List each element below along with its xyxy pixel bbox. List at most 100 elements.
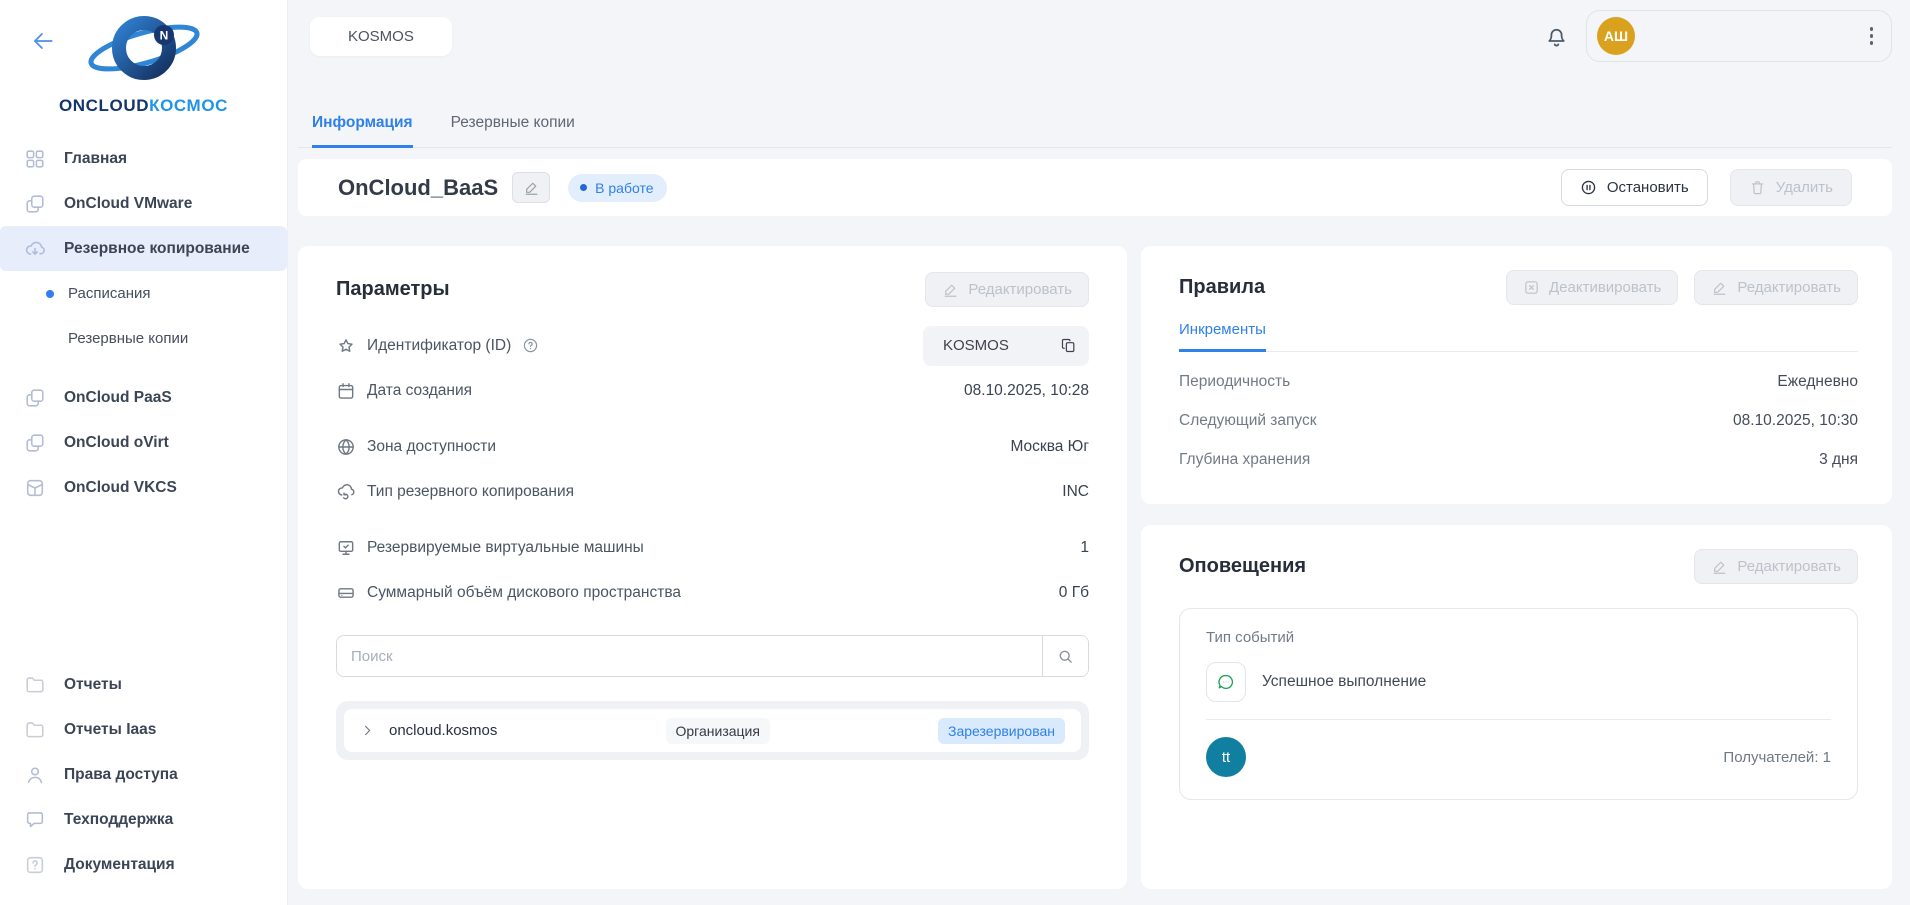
stacked-squares-icon [24,193,46,215]
cloud-sync-icon [336,482,356,502]
rule-row-next-run: Следующий запуск 08.10.2025, 10:30 [1179,412,1858,430]
globe-icon [336,437,356,457]
search-icon[interactable] [1042,636,1088,676]
help-circle-icon[interactable] [522,337,539,354]
collapse-sidebar-icon[interactable] [28,28,58,54]
param-row-backup-type: Тип резервного копирования INC [336,469,1089,514]
star-icon[interactable] [336,336,356,356]
user-menu[interactable]: АШ [1586,10,1892,62]
main-area: KOSMOS АШ Информация Резервные копии OnC… [288,0,1910,905]
sidebar-item-schedules[interactable]: Расписания [0,271,287,316]
stacked-squares-icon [24,387,46,409]
grid-icon [24,148,46,170]
alerts-edit-button[interactable]: Редактировать [1694,549,1858,584]
parameters-edit-button[interactable]: Редактировать [925,272,1089,307]
active-dot-icon [46,290,54,298]
sidebar-item-backup[interactable]: Резервное копирование [0,226,287,271]
param-row-id: Идентификатор (ID) KOSMOS [336,323,1089,368]
recipient-avatar[interactable]: tt [1206,737,1246,777]
trash-icon [1749,179,1766,196]
copy-icon[interactable] [1060,337,1077,354]
page-header: OnCloud_BaaS В работе Остановить Удалить [298,159,1892,216]
tab-backup-copies[interactable]: Резервные копии [451,114,575,147]
stop-button[interactable]: Остановить [1561,169,1708,206]
tab-information[interactable]: Информация [312,114,413,148]
recipient-row: tt Получателей: 1 [1206,737,1831,777]
inactive-dot [46,335,54,343]
rules-tabs: Инкременты [1179,321,1858,352]
param-row-created: Дата создания 08.10.2025, 10:28 [336,368,1089,413]
message-smile-icon [1206,662,1246,702]
brand-name: ONCLOUDКОСМОС [59,96,228,116]
sidebar-item-reports-iaas[interactable]: Отчеты Iaas [0,707,287,752]
cloud-download-icon [24,238,46,260]
vm-status-badge: Зарезервирован [938,718,1065,744]
sidebar-item-documentation[interactable]: Документация [0,842,287,887]
sidebar-item-access-rights[interactable]: Права доступа [0,752,287,797]
parameters-title: Параметры [336,278,450,301]
search-input[interactable] [337,636,1042,676]
rule-row-retention: Глубина хранения 3 дня [1179,451,1858,469]
deactivate-button[interactable]: Деактивировать [1506,270,1678,305]
vm-search [336,635,1089,677]
kebab-menu-icon[interactable] [1864,21,1880,51]
project-selector[interactable]: KOSMOS [310,17,452,56]
sidebar-item-oncloud-vkcs[interactable]: OnCloud VKCS [0,465,287,510]
tab-increments[interactable]: Инкременты [1179,321,1266,352]
page-tabs: Информация Резервные копии [298,114,1892,148]
vm-list: oncloud.kosmos Организация Зарезервирова… [336,701,1089,760]
page-title: OnCloud_BaaS [338,175,498,201]
sidebar-item-backup-copies[interactable]: Резервные копии [0,316,287,361]
pencil-icon [1711,279,1728,296]
menu-gap [0,361,287,375]
sidebar: N ONCLOUDКОСМОС Главная OnCloud VMware Р… [0,0,288,905]
calendar-icon [336,381,356,401]
notifications-bell-icon[interactable] [1543,23,1570,50]
user-avatar[interactable]: АШ [1597,17,1635,55]
alerts-card: Оповещения Редактировать Тип событий [1141,525,1892,889]
rule-row-frequency: Периодичность Ежедневно [1179,373,1858,391]
recipients-count: Получателей: 1 [1723,749,1831,766]
rules-title: Правила [1179,276,1265,299]
topbar: KOSMOS АШ [298,10,1892,62]
x-square-icon [1523,279,1540,296]
pencil-icon [1711,558,1728,575]
brand-logo: N ONCLOUDКОСМОС [0,0,287,128]
rules-edit-button[interactable]: Редактировать [1694,270,1858,305]
status-badge: В работе [568,174,667,202]
rules-card: Правила Деактивировать Редак [1141,246,1892,504]
monitor-check-icon [336,538,356,558]
event-name: Успешное выполнение [1262,673,1426,691]
vm-type-chip: Организация [666,718,770,744]
sidebar-item-reports[interactable]: Отчеты [0,662,287,707]
menu-spacer [0,510,287,662]
folder-icon [24,719,46,741]
sidebar-item-support[interactable]: Техподдержка [0,797,287,842]
status-dot-icon [580,184,587,191]
sidebar-item-oncloud-vmware[interactable]: OnCloud VMware [0,181,287,226]
vm-name: oncloud.kosmos [389,722,497,739]
sidebar-item-home[interactable]: Главная [0,136,287,181]
rename-button[interactable] [512,172,550,203]
param-row-vms: Резервируемые виртуальные машины 1 [336,525,1089,570]
vm-row[interactable]: oncloud.kosmos Организация Зарезервирова… [344,709,1081,752]
alerts-box: Тип событий Успешное выполнение [1179,608,1858,800]
param-row-disk-space: Суммарный объём дискового пространства 0… [336,570,1089,615]
oncloud-logo-icon: N [80,8,208,94]
person-icon [24,764,46,786]
sidebar-menu: Главная OnCloud VMware Резервное копиров… [0,136,287,905]
event-row: Успешное выполнение [1206,662,1831,702]
chevron-right-icon[interactable] [360,723,375,738]
hard-drive-icon [336,583,356,603]
pencil-icon [942,281,959,298]
id-value-box: KOSMOS [923,326,1089,366]
svg-text:N: N [159,29,168,43]
divider [1206,719,1831,720]
event-type-label: Тип событий [1206,629,1831,646]
cube-icon [24,477,46,499]
stacked-squares-icon [24,432,46,454]
sidebar-item-oncloud-ovirt[interactable]: OnCloud oVirt [0,420,287,465]
delete-button[interactable]: Удалить [1730,169,1852,206]
sidebar-item-oncloud-paas[interactable]: OnCloud PaaS [0,375,287,420]
param-row-zone: Зона доступности Москва Юг [336,424,1089,469]
